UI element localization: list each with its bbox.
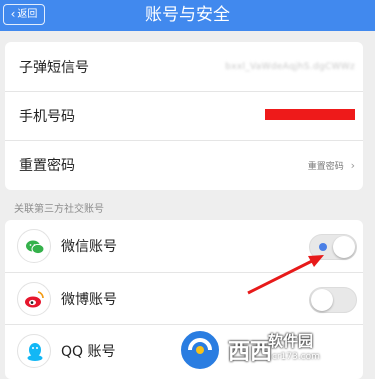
row-label: 子弹短信号 (19, 59, 89, 76)
watermark-logo: 西西 软件园 cr173.com (176, 326, 366, 374)
watermark-text-url: cr173.com (272, 352, 320, 362)
bullet-id-value: bxxl_VaWdeAqjhS.dgCWWz (225, 61, 355, 72)
watermark-text-main: 西西 (228, 340, 273, 365)
row-bullet-id[interactable]: 子弹短信号 bxxl_VaWdeAqjhS.dgCWWz (5, 42, 363, 91)
section-label: 关联第三方社交账号 (14, 204, 104, 215)
wechat-icon (17, 229, 51, 263)
page-title: 账号与安全 (145, 5, 230, 25)
weibo-icon (17, 282, 51, 316)
row-label: 重置密码 (19, 158, 75, 174)
top-bar: ‹ 返回 账号与安全 (0, 0, 375, 31)
chevron-right-icon: › (350, 158, 355, 172)
row-reset-password[interactable]: 重置密码 重置密码 › (5, 140, 363, 189)
reset-password-value: 重置密码 (307, 161, 344, 172)
row-label: 手机号码 (19, 109, 75, 125)
social-label: 微信账号 (61, 239, 117, 255)
qq-icon (17, 334, 51, 368)
social-label: QQ 账号 (61, 344, 116, 360)
account-card: 子弹短信号 bxxl_VaWdeAqjhS.dgCWWz 手机号码 重置密码 重… (5, 42, 363, 190)
social-label: 微博账号 (61, 292, 117, 308)
watermark-icon (179, 329, 221, 371)
watermark-text-site: 软件园 (268, 332, 314, 350)
red-arrow-annotation (247, 255, 324, 295)
row-phone[interactable]: 手机号码 (5, 91, 363, 140)
toggle-knob (333, 236, 355, 258)
reset-password-link[interactable]: 重置密码 › (308, 159, 355, 172)
phone-redaction-bar (265, 109, 355, 120)
